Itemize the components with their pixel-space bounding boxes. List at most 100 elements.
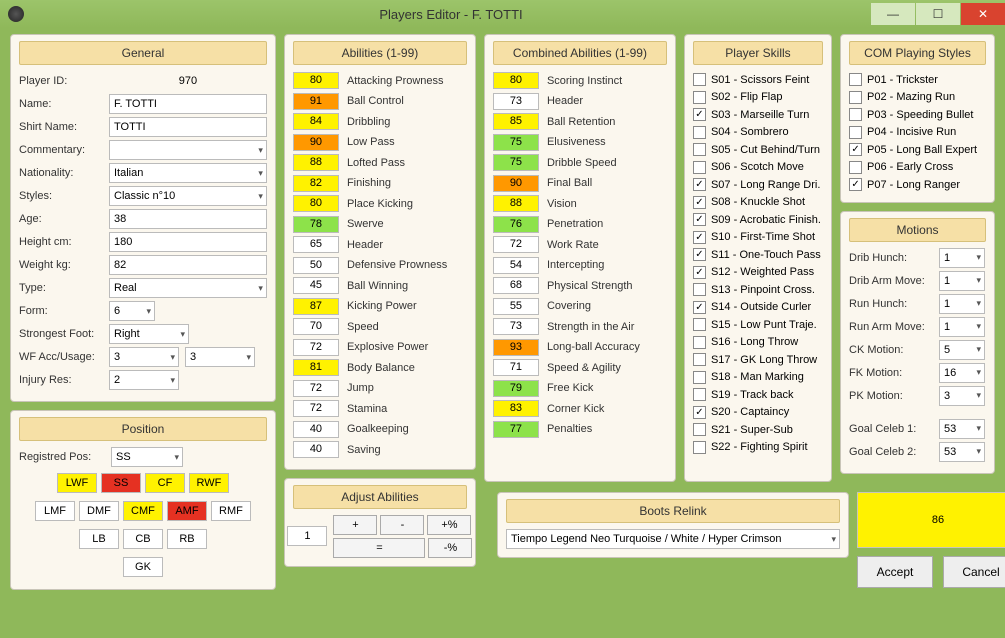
ability-value[interactable]: 78 bbox=[293, 216, 339, 233]
ability-value[interactable]: 81 bbox=[293, 359, 339, 376]
position-ss[interactable]: SS bbox=[101, 473, 141, 493]
position-rb[interactable]: RB bbox=[167, 529, 207, 549]
accept-button[interactable]: Accept bbox=[857, 556, 933, 588]
ability-value[interactable]: 82 bbox=[293, 175, 339, 192]
com-checkbox[interactable] bbox=[849, 161, 862, 174]
position-cb[interactable]: CB bbox=[123, 529, 163, 549]
skill-checkbox[interactable] bbox=[693, 283, 706, 296]
ability-value[interactable]: 45 bbox=[293, 277, 339, 294]
ability-value[interactable]: 72 bbox=[293, 339, 339, 356]
skill-checkbox[interactable] bbox=[693, 161, 706, 174]
position-lb[interactable]: LB bbox=[79, 529, 119, 549]
motion-select[interactable]: 1 bbox=[939, 271, 985, 291]
ability-value[interactable]: 88 bbox=[293, 154, 339, 171]
age-input[interactable] bbox=[109, 209, 267, 229]
ability-value[interactable]: 50 bbox=[293, 257, 339, 274]
skill-checkbox[interactable] bbox=[693, 108, 706, 121]
position-rmf[interactable]: RMF bbox=[211, 501, 251, 521]
nationality-select[interactable]: Italian bbox=[109, 163, 267, 183]
skill-checkbox[interactable] bbox=[693, 231, 706, 244]
skill-checkbox[interactable] bbox=[693, 248, 706, 261]
shirt-input[interactable] bbox=[109, 117, 267, 137]
skill-checkbox[interactable] bbox=[693, 213, 706, 226]
form-select[interactable]: 6 bbox=[109, 301, 155, 321]
position-lmf[interactable]: LMF bbox=[35, 501, 75, 521]
commentary-select[interactable] bbox=[109, 140, 267, 160]
ability-value[interactable]: 80 bbox=[293, 195, 339, 212]
skill-checkbox[interactable] bbox=[693, 143, 706, 156]
skill-checkbox[interactable] bbox=[693, 371, 706, 384]
height-input[interactable] bbox=[109, 232, 267, 252]
wf-acc-select[interactable]: 3 bbox=[109, 347, 179, 367]
ability-value[interactable]: 80 bbox=[293, 72, 339, 89]
adjust-pluspct-button[interactable]: +% bbox=[427, 515, 471, 535]
adjust-equals-button[interactable]: = bbox=[333, 538, 425, 558]
ability-value[interactable]: 65 bbox=[293, 236, 339, 253]
skill-checkbox[interactable] bbox=[693, 301, 706, 314]
skill-checkbox[interactable] bbox=[693, 336, 706, 349]
celeb1-select[interactable]: 53 bbox=[939, 419, 985, 439]
com-checkbox[interactable] bbox=[849, 73, 862, 86]
motion-select[interactable]: 3 bbox=[939, 386, 985, 406]
skill-checkbox[interactable] bbox=[693, 73, 706, 86]
com-checkbox[interactable] bbox=[849, 143, 862, 156]
motion-select[interactable]: 1 bbox=[939, 317, 985, 337]
position-dmf[interactable]: DMF bbox=[79, 501, 119, 521]
name-input[interactable] bbox=[109, 94, 267, 114]
skill-checkbox[interactable] bbox=[693, 388, 706, 401]
position-rwf[interactable]: RWF bbox=[189, 473, 229, 493]
boots-select[interactable]: Tiempo Legend Neo Turquoise / White / Hy… bbox=[506, 529, 840, 549]
motion-select[interactable]: 16 bbox=[939, 363, 985, 383]
com-checkbox[interactable] bbox=[849, 178, 862, 191]
position-cmf[interactable]: CMF bbox=[123, 501, 163, 521]
styles-select[interactable]: Classic n°10 bbox=[109, 186, 267, 206]
adjust-value-input[interactable] bbox=[287, 526, 327, 546]
skill-checkbox[interactable] bbox=[693, 423, 706, 436]
ability-value[interactable]: 90 bbox=[293, 134, 339, 151]
foot-select[interactable]: Right bbox=[109, 324, 189, 344]
ability-value[interactable]: 87 bbox=[293, 298, 339, 315]
position-lwf[interactable]: LWF bbox=[57, 473, 97, 493]
minimize-button[interactable]: — bbox=[871, 3, 915, 25]
position-amf[interactable]: AMF bbox=[167, 501, 207, 521]
position-cf[interactable]: CF bbox=[145, 473, 185, 493]
motion-select[interactable]: 1 bbox=[939, 248, 985, 268]
motion-label: CK Motion: bbox=[849, 344, 939, 356]
cancel-button[interactable]: Cancel bbox=[943, 556, 1005, 588]
skill-checkbox[interactable] bbox=[693, 91, 706, 104]
adjust-plus-button[interactable]: + bbox=[333, 515, 377, 535]
ability-value[interactable]: 91 bbox=[293, 93, 339, 110]
ability-value[interactable]: 70 bbox=[293, 318, 339, 335]
com-checkbox[interactable] bbox=[849, 91, 862, 104]
maximize-button[interactable]: ☐ bbox=[916, 3, 960, 25]
motion-select[interactable]: 5 bbox=[939, 340, 985, 360]
injury-select[interactable]: 2 bbox=[109, 370, 179, 390]
motion-select[interactable]: 1 bbox=[939, 294, 985, 314]
registered-pos-select[interactable]: SS bbox=[111, 447, 183, 467]
ability-value[interactable]: 72 bbox=[293, 400, 339, 417]
com-checkbox[interactable] bbox=[849, 126, 862, 139]
adjust-minus-button[interactable]: - bbox=[380, 515, 424, 535]
skill-checkbox[interactable] bbox=[693, 196, 706, 209]
type-select[interactable]: Real bbox=[109, 278, 267, 298]
ability-value[interactable]: 84 bbox=[293, 113, 339, 130]
celeb2-select[interactable]: 53 bbox=[939, 442, 985, 462]
weight-input[interactable] bbox=[109, 255, 267, 275]
skill-checkbox[interactable] bbox=[693, 266, 706, 279]
combined-name: Scoring Instinct bbox=[547, 75, 667, 87]
ability-value[interactable]: 40 bbox=[293, 441, 339, 458]
com-checkbox[interactable] bbox=[849, 108, 862, 121]
position-gk[interactable]: GK bbox=[123, 557, 163, 577]
adjust-minuspct-button[interactable]: -% bbox=[428, 538, 472, 558]
skill-checkbox[interactable] bbox=[693, 406, 706, 419]
wf-usage-select[interactable]: 3 bbox=[185, 347, 255, 367]
ability-value[interactable]: 72 bbox=[293, 380, 339, 397]
skill-checkbox[interactable] bbox=[693, 353, 706, 366]
ability-value[interactable]: 40 bbox=[293, 421, 339, 438]
skill-checkbox[interactable] bbox=[693, 178, 706, 191]
skill-checkbox[interactable] bbox=[693, 126, 706, 139]
close-button[interactable]: ✕ bbox=[961, 3, 1005, 25]
skill-checkbox[interactable] bbox=[693, 318, 706, 331]
combined-value: 71 bbox=[493, 359, 539, 376]
skill-checkbox[interactable] bbox=[693, 441, 706, 454]
